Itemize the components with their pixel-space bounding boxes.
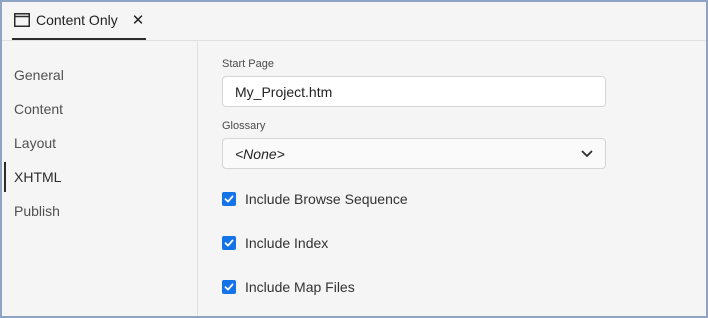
checkmark-icon <box>224 195 234 203</box>
sidebar-item-general[interactable]: General <box>2 60 197 90</box>
include-browse-sequence-checkbox[interactable] <box>222 192 236 206</box>
include-index-checkbox[interactable] <box>222 236 236 250</box>
sidebar-item-label: Publish <box>14 203 60 219</box>
glossary-select[interactable]: <None> <box>222 138 606 169</box>
sidebar-item-xhtml[interactable]: XHTML <box>2 162 197 192</box>
sidebar-item-content[interactable]: Content <box>2 94 197 124</box>
sidebar-item-label: Layout <box>14 135 57 151</box>
chevron-down-icon <box>580 147 594 161</box>
include-browse-sequence-label: Include Browse Sequence <box>245 191 408 207</box>
include-browse-sequence-option[interactable]: Include Browse Sequence <box>222 191 408 207</box>
sidebar-item-layout[interactable]: Layout <box>2 128 197 158</box>
tab-content-only[interactable]: Content Only ✕ <box>12 2 146 40</box>
include-map-files-option[interactable]: Include Map Files <box>222 279 355 295</box>
close-icon[interactable]: ✕ <box>132 13 145 28</box>
tab-label: Content Only <box>36 12 118 28</box>
start-page-label: Start Page <box>222 58 274 70</box>
sidebar-item-publish[interactable]: Publish <box>2 196 197 226</box>
checkmark-icon <box>224 239 234 247</box>
glossary-label: Glossary <box>222 120 266 132</box>
sidebar: General Content Layout XHTML Publish <box>2 41 198 316</box>
settings-panel: Start Page My_Project.htm Glossary <None… <box>198 41 706 316</box>
sidebar-item-label: General <box>14 67 64 83</box>
include-index-option[interactable]: Include Index <box>222 235 328 251</box>
include-map-files-label: Include Map Files <box>245 279 355 295</box>
sidebar-item-label: Content <box>14 101 64 117</box>
include-index-label: Include Index <box>245 235 329 251</box>
glossary-selected-value: <None> <box>235 145 285 162</box>
sidebar-item-label: XHTML <box>14 169 62 185</box>
tab-bar: Content Only ✕ <box>2 2 706 41</box>
window-icon <box>14 13 30 27</box>
start-page-input[interactable]: My_Project.htm <box>222 76 606 107</box>
include-map-files-checkbox[interactable] <box>222 280 236 294</box>
dialog-window: Content Only ✕ General Content Layout XH… <box>0 0 708 318</box>
checkmark-icon <box>224 283 234 291</box>
